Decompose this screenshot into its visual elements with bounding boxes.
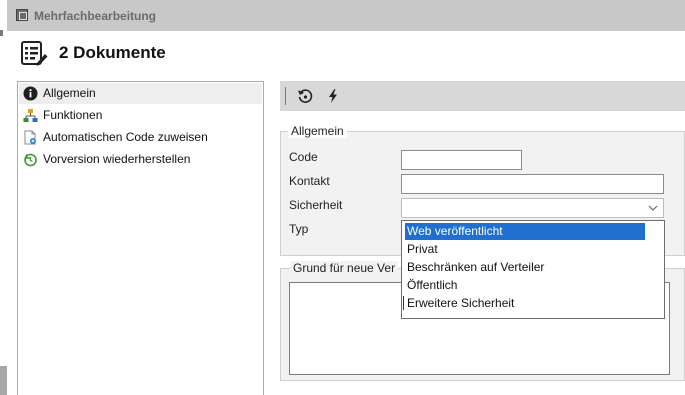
tree-item-label: Automatischen Code zuweisen xyxy=(43,130,208,144)
lightning-icon xyxy=(329,89,337,103)
restore-icon xyxy=(298,89,313,103)
window-title: Mehrfachbearbeitung xyxy=(34,9,157,23)
group-grund-legend: Grund für neue Ver xyxy=(290,261,399,275)
tree-item-label: Allgemein xyxy=(43,86,96,100)
page-title: 2 Dokumente xyxy=(59,43,166,62)
toolbar-action-button[interactable] xyxy=(323,86,343,106)
tree-item-vorversion[interactable]: Vorversion wiederherstellen xyxy=(19,149,262,170)
tree-item-label: Funktionen xyxy=(43,108,103,122)
window-app-icon xyxy=(16,9,28,21)
code-input[interactable] xyxy=(401,150,522,170)
toolbar-separator xyxy=(285,87,286,105)
dropdown-option-web-veroeffentlicht[interactable]: Web veröffentlicht xyxy=(405,223,645,240)
info-icon xyxy=(23,86,38,101)
edge-mark xyxy=(0,30,3,36)
dropdown-option-beschraenken[interactable]: Beschränken auf Verteiler xyxy=(405,259,645,276)
toolbar xyxy=(280,81,685,111)
dropdown-option-erweiterte-sicherheit[interactable]: Erweitere Sicherheit xyxy=(403,295,645,312)
dropdown-option-oeffentlich[interactable]: Öffentlich xyxy=(405,277,645,294)
background-window-edge xyxy=(0,0,7,395)
tree-item-label: Vorversion wiederherstellen xyxy=(43,152,191,166)
tree-item-allgemein[interactable]: Allgemein xyxy=(19,83,262,104)
chevron-down-icon xyxy=(648,205,658,211)
tree-item-funktionen[interactable]: Funktionen xyxy=(19,105,262,126)
sicherheit-dropdown-list: Web veröffentlicht Privat Beschränken au… xyxy=(401,220,665,319)
sicherheit-label: Sicherheit xyxy=(289,198,343,212)
document-code-icon xyxy=(24,130,36,145)
typ-label: Typ xyxy=(289,222,309,236)
section-tree: Allgemein Funktionen Automatischen Code … xyxy=(17,81,264,395)
tree-item-automatischen-code[interactable]: Automatischen Code zuweisen xyxy=(19,127,262,148)
toolbar-restore-button[interactable] xyxy=(295,86,315,106)
restore-icon xyxy=(24,153,37,167)
hierarchy-icon xyxy=(23,109,38,122)
kontakt-input[interactable] xyxy=(401,174,664,194)
window-titlebar[interactable]: Mehrfachbearbeitung xyxy=(7,0,685,31)
code-label: Code xyxy=(289,150,318,164)
kontakt-label: Kontakt xyxy=(289,174,330,188)
group-allgemein-legend: Allgemein xyxy=(288,124,347,138)
multi-document-edit-icon xyxy=(21,41,48,66)
edge-grey-block xyxy=(0,366,7,395)
sicherheit-select[interactable] xyxy=(401,198,664,218)
dropdown-option-privat[interactable]: Privat xyxy=(405,241,645,258)
